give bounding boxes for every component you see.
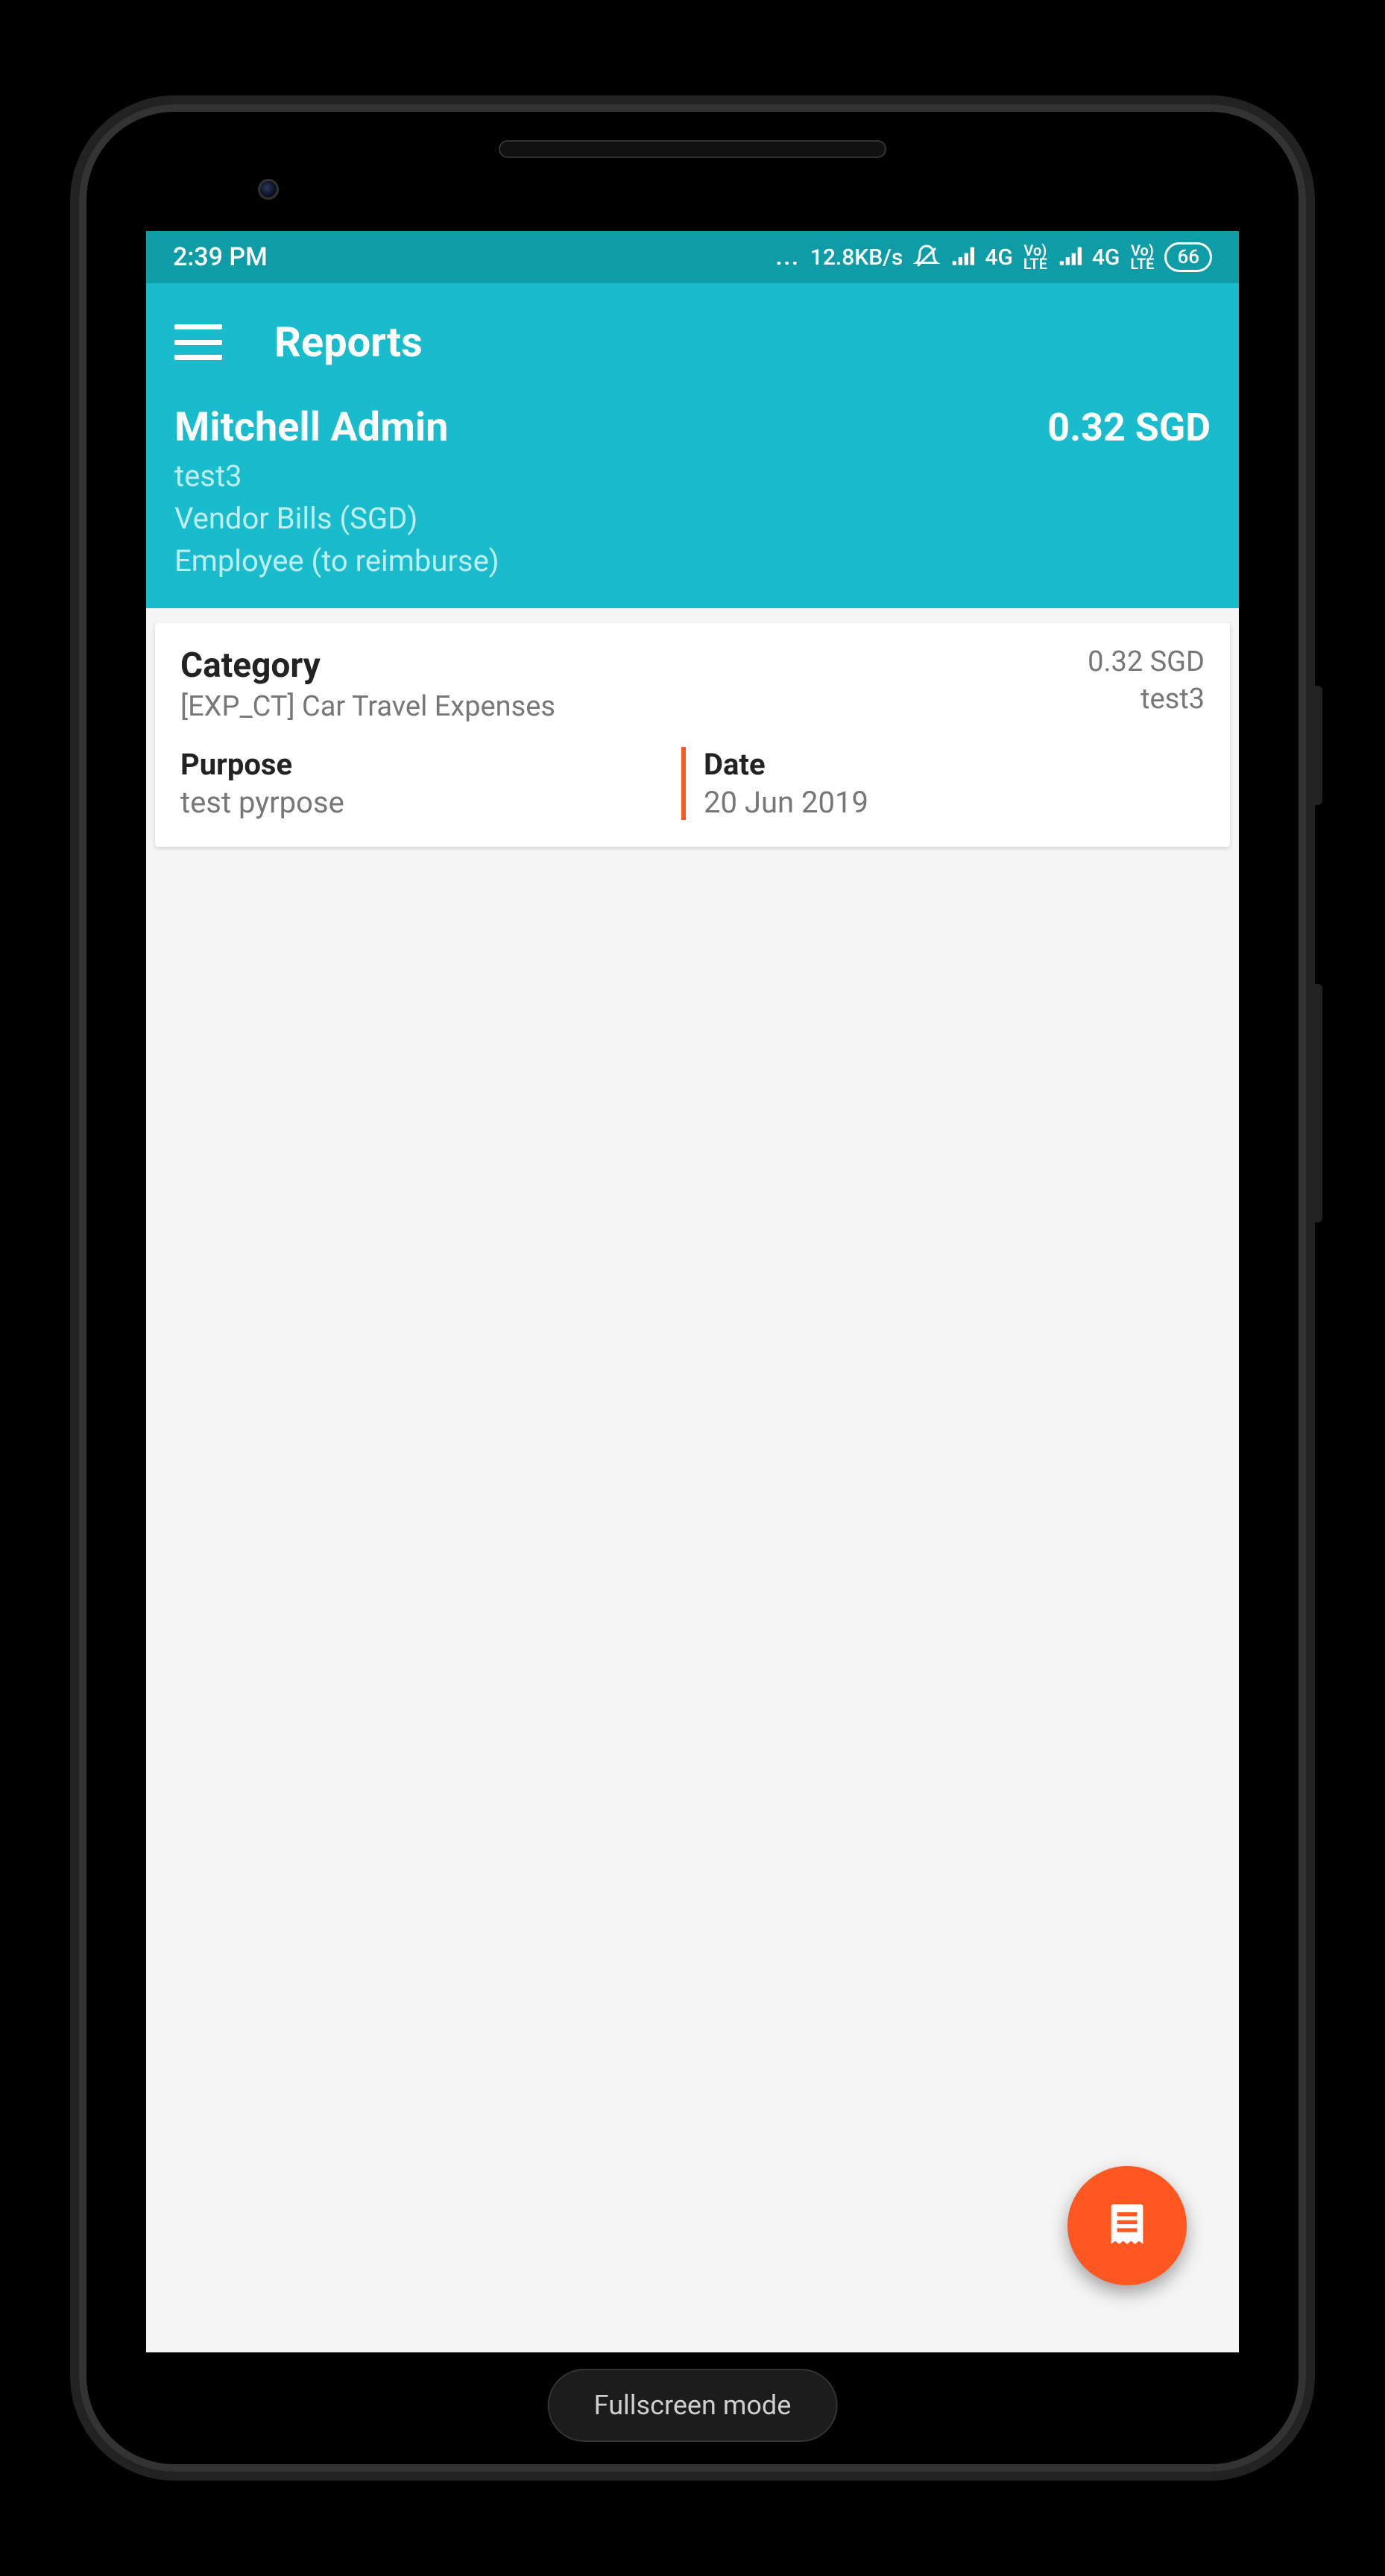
purpose-label: Purpose [180,747,681,782]
status-right: ... 12.8KB/s 4G Vo) LTE [776,242,1212,272]
expense-ref: test3 [1088,683,1205,716]
status-bar: 2:39 PM ... 12.8KB/s 4G Vo) LTE [146,231,1239,283]
header-ref: test3 [174,458,1211,493]
header-paidby: Employee (to reimburse) [174,543,1211,578]
expense-card[interactable]: Category [EXP_CT] Car Travel Expenses 0.… [155,623,1230,847]
app-bar: Reports [146,283,1239,389]
net1-type: 4G [985,244,1013,271]
hamburger-icon [174,324,222,329]
volte-1-icon: Vo) LTE [1023,244,1047,271]
report-header: Mitchell Admin 0.32 SGD test3 Vendor Bil… [146,389,1239,608]
receipt-icon [1103,2200,1151,2251]
volte-1-bot: LTE [1023,257,1047,271]
status-time: 2:39 PM [173,242,268,272]
page-title: Reports [274,318,423,367]
net2-type: 4G [1092,244,1120,271]
front-camera [258,179,279,200]
phone-speaker [499,140,886,158]
total-amount: 0.32 SGD [1047,405,1211,450]
battery-level: 66 [1177,246,1199,268]
header-journal: Vendor Bills (SGD) [174,501,1211,536]
category-value: [EXP_CT] Car Travel Expenses [180,690,555,723]
purpose-value: test pyrpose [180,785,681,820]
volte-2-icon: Vo) LTE [1130,244,1154,271]
date-value: 20 Jun 2019 [704,785,1205,820]
expense-amount: 0.32 SGD [1088,645,1205,678]
employee-name: Mitchell Admin [174,404,448,451]
power-button[interactable] [1312,686,1322,805]
volte-2-bot: LTE [1130,257,1154,271]
fullscreen-mode-label: Fullscreen mode [594,2390,792,2421]
screen: 2:39 PM ... 12.8KB/s 4G Vo) LTE [146,231,1239,2352]
battery-indicator: 66 [1164,242,1212,272]
add-expense-fab[interactable] [1067,2166,1187,2285]
phone-frame: 2:39 PM ... 12.8KB/s 4G Vo) LTE [70,95,1315,2481]
content-area: Category [EXP_CT] Car Travel Expenses 0.… [146,608,1239,847]
more-dots-icon: ... [776,244,800,271]
signal-bars-2-icon [1058,245,1082,269]
volume-button[interactable] [1312,984,1322,1222]
category-label: Category [180,645,555,686]
data-rate: 12.8KB/s [810,244,903,271]
dnd-mute-icon [913,244,940,271]
menu-button[interactable] [174,324,222,360]
signal-bars-1-icon [950,245,974,269]
date-label: Date [704,747,1205,782]
fullscreen-mode-button[interactable]: Fullscreen mode [548,2369,838,2442]
